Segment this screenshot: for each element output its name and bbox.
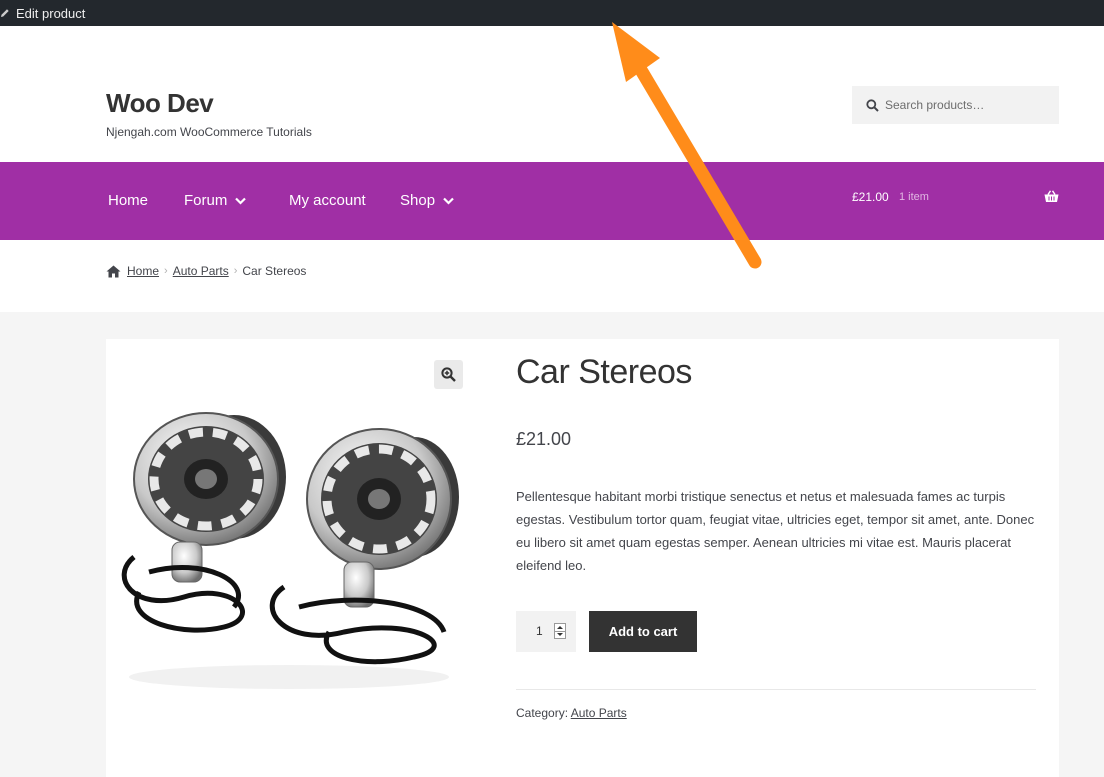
pencil-icon [1,9,9,17]
nav-item-label: My account [289,192,366,209]
speaker-left [133,412,286,583]
nav-item-my-account[interactable]: My account [289,192,366,209]
nav-item-label: Shop [400,192,436,209]
product-price: £21.00 [516,429,572,449]
site-tagline: Njengah.com WooCommerce Tutorials [106,125,312,139]
site-title[interactable]: Woo Dev [106,88,214,119]
breadcrumb-bar: Home › Auto Parts › Car Stereos [0,240,1104,312]
admin-bar: Edit product [0,0,1104,26]
quantity-spin-buttons[interactable] [554,623,566,639]
edit-product-label: Edit product [16,5,86,21]
basket-icon [1044,190,1059,202]
quantity-value: 1 [536,624,543,638]
cart-amount: £21.00 [852,190,889,204]
category-link[interactable]: Auto Parts [571,706,627,720]
product-image[interactable] [114,407,464,692]
image-zoom-button[interactable] [434,360,463,389]
breadcrumb-separator: › [233,265,238,277]
edit-product-link[interactable]: Edit product [0,0,85,26]
nav-item-shop[interactable]: Shop [400,192,454,209]
site-header: Woo Dev Njengah.com WooCommerce Tutorial… [0,26,1104,162]
product-title: Car Stereos [516,353,692,391]
breadcrumb-separator: › [164,265,168,277]
primary-navigation: Home Forum My account Shop £21.00 1 item [0,162,1104,240]
breadcrumb-link-home[interactable]: Home [127,264,159,278]
product-description: Pellentesque habitant morbi tristique se… [516,489,1035,573]
annotation-arrow [612,22,762,269]
speaker-right [306,428,459,608]
breadcrumb-link-auto-parts[interactable]: Auto Parts [173,264,229,278]
quantity-stepper[interactable]: 1 [516,611,576,652]
add-to-cart-button[interactable]: Add to cart [589,611,697,652]
zoom-in-icon [441,367,456,382]
product-meta: Category: Auto Parts [516,706,627,720]
meta-divider [516,689,1036,690]
product-card: Car Stereos £21.00 Pellentesque habitant… [106,339,1059,777]
chevron-down-icon [235,197,247,205]
search-box [852,86,1059,124]
category-label: Category: [516,706,569,720]
breadcrumb: Home › Auto Parts › Car Stereos [106,264,306,278]
cart-count: 1 item [899,191,929,203]
header-cart[interactable]: £21.00 1 item [852,189,1059,209]
chevron-down-icon [443,197,454,205]
nav-item-forum[interactable]: Forum [184,192,247,209]
nav-item-home[interactable]: Home [108,192,148,209]
search-input[interactable] [852,86,1059,124]
breadcrumb-current: Car Stereos [242,264,307,278]
nav-item-label: Home [108,192,149,209]
nav-item-label: Forum [184,192,228,209]
home-icon [106,265,121,277]
